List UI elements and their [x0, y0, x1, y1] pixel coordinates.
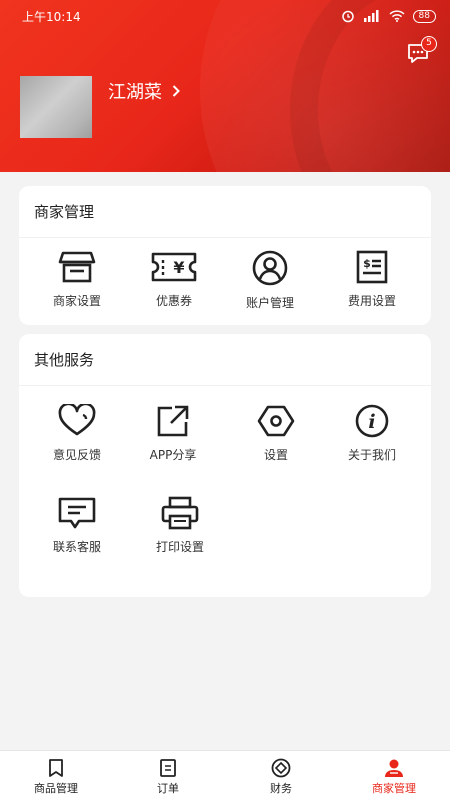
document-icon	[160, 759, 176, 777]
section-title: 其他服务	[19, 334, 431, 386]
coupon-icon: ¥	[151, 252, 197, 282]
settings-icon	[257, 405, 295, 437]
tab-merchant-management[interactable]: 商家管理	[338, 751, 450, 800]
fee-settings-label: 费用设置	[347, 294, 396, 308]
store-icon	[58, 251, 96, 283]
about-us-button[interactable]: i 关于我们	[322, 404, 422, 463]
bookmark-icon	[49, 759, 63, 777]
chat-icon	[58, 497, 96, 529]
print-settings-button[interactable]: 打印设置	[130, 496, 230, 555]
store-settings-label: 商家设置	[52, 294, 101, 308]
chevron-right-icon	[172, 85, 180, 97]
message-button[interactable]: 5	[406, 36, 437, 66]
tab-orders[interactable]: 订单	[112, 751, 224, 800]
account-icon	[252, 250, 288, 286]
customer-service-label: 联系客服	[52, 540, 101, 554]
merchant-management-card: 商家管理 商家设置 ¥ 优惠券 账户管理 $ 费用设置	[19, 186, 431, 325]
svg-text:¥: ¥	[173, 258, 184, 277]
tab-product-management[interactable]: 商品管理	[0, 751, 112, 800]
settings-label: 设置	[263, 448, 288, 462]
status-time: 上午10:14	[22, 9, 81, 24]
fee-icon: $	[356, 250, 388, 284]
app-share-label: APP分享	[149, 448, 197, 462]
print-settings-label: 打印设置	[155, 540, 204, 554]
profile-link[interactable]: 江湖菜	[108, 78, 180, 104]
heart-icon	[58, 404, 96, 436]
username: 江湖菜	[108, 82, 162, 103]
fee-settings-button[interactable]: $ 费用设置	[322, 250, 422, 309]
alarm-icon	[341, 10, 354, 23]
user-icon	[385, 759, 403, 777]
coupon-button[interactable]: ¥ 优惠券	[124, 250, 224, 309]
feedback-button[interactable]: 意见反馈	[27, 404, 127, 463]
info-icon: i	[355, 404, 389, 438]
battery-indicator: 88	[412, 9, 436, 23]
message-badge: 5	[421, 36, 437, 52]
section-title: 商家管理	[19, 186, 431, 238]
account-management-label: 账户管理	[245, 296, 294, 310]
account-management-button[interactable]: 账户管理	[220, 250, 320, 311]
other-services-card: 其他服务 意见反馈 APP分享 设置 i 关于我们 联系客服 打印设置	[19, 334, 431, 597]
wifi-icon	[389, 10, 405, 22]
store-settings-button[interactable]: 商家设置	[27, 250, 127, 309]
coupon-label: 优惠券	[155, 294, 192, 308]
tab-label: 商家管理	[372, 782, 416, 795]
printer-icon	[161, 496, 199, 530]
app-share-button[interactable]: APP分享	[123, 404, 223, 463]
tab-label: 商品管理	[34, 782, 78, 795]
status-bar: 上午10:14 88	[22, 6, 436, 26]
tab-label: 订单	[157, 782, 179, 795]
customer-service-button[interactable]: 联系客服	[27, 496, 127, 555]
profile-header: 上午10:14 88 5 江湖菜	[0, 0, 450, 172]
svg-text:i: i	[368, 411, 375, 433]
feedback-label: 意见反馈	[52, 448, 101, 462]
share-icon	[157, 405, 189, 437]
bottom-tab-bar: 商品管理 订单 财务 商家管理	[0, 750, 450, 800]
avatar[interactable]	[20, 76, 92, 138]
settings-button[interactable]: 设置	[226, 404, 326, 463]
signal-icon	[363, 10, 379, 22]
finance-icon	[271, 758, 291, 778]
tab-finance[interactable]: 财务	[225, 751, 337, 800]
tab-label: 财务	[270, 782, 292, 795]
svg-text:$: $	[363, 257, 371, 270]
about-us-label: 关于我们	[347, 448, 396, 462]
